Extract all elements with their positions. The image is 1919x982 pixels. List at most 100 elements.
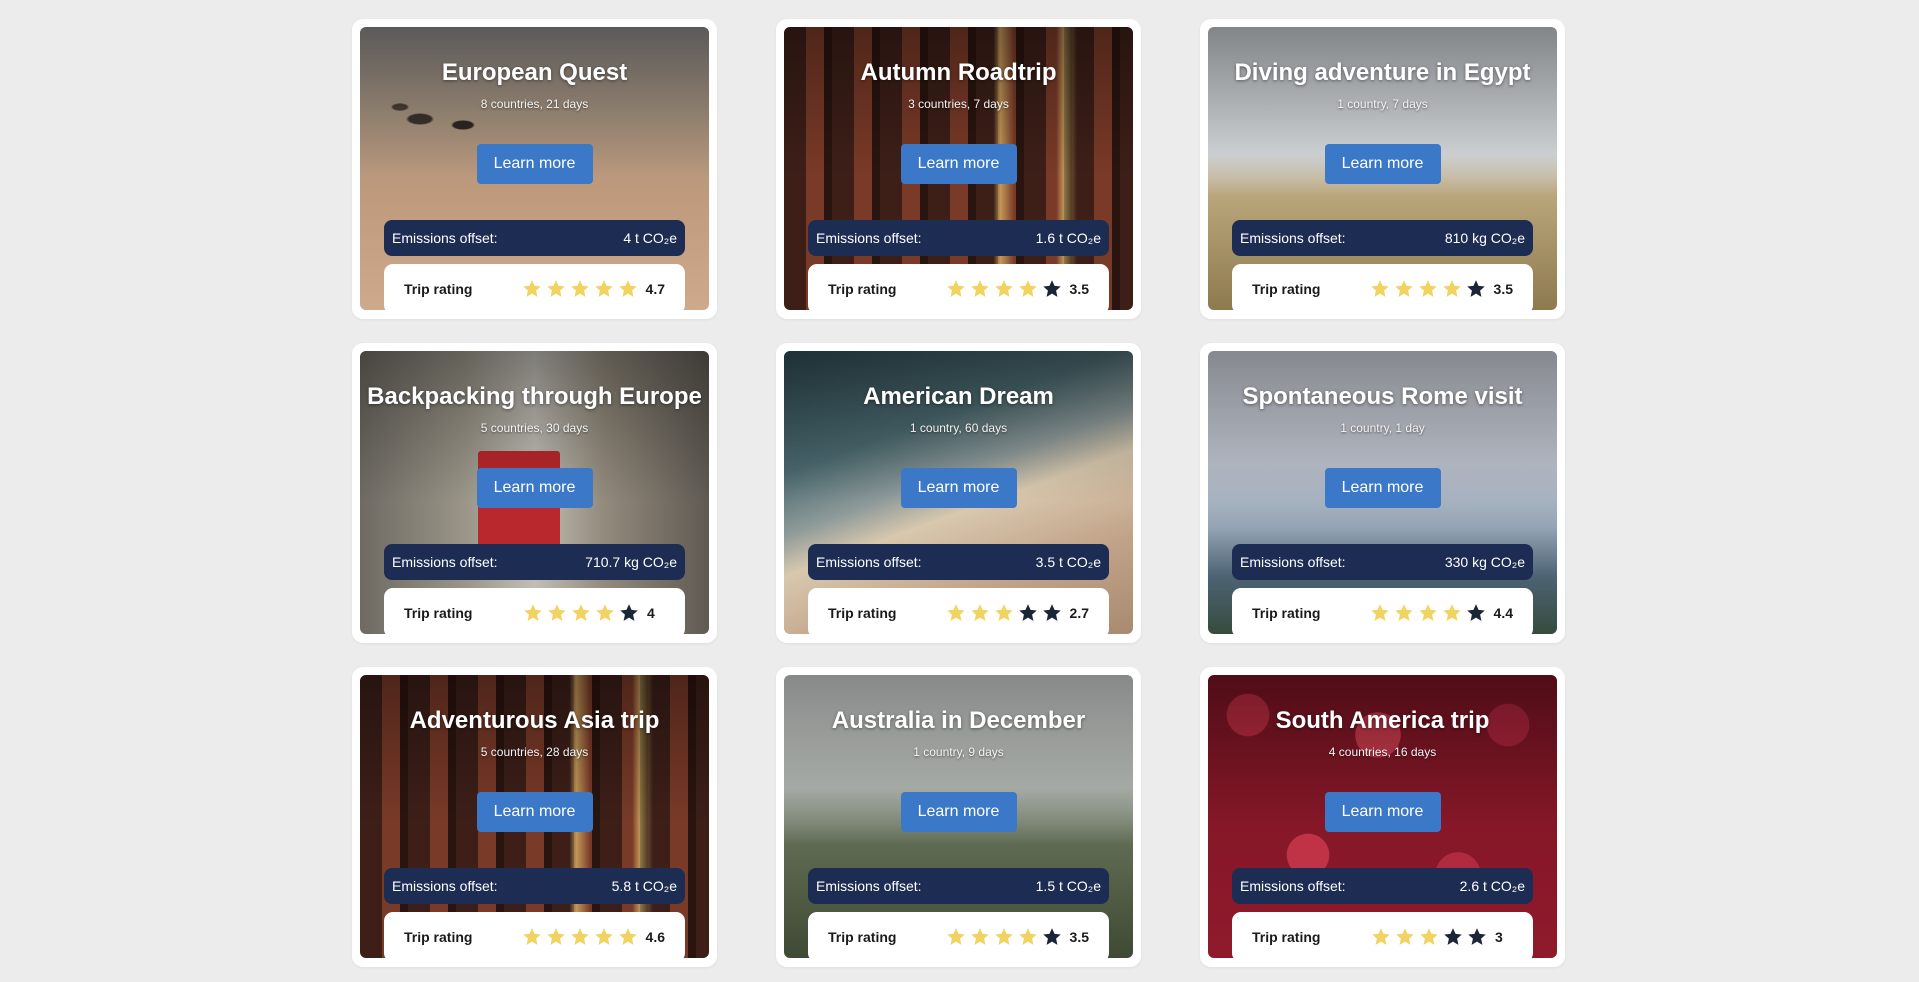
emissions-value: 810 kg CO₂e [1444, 230, 1525, 246]
learn-more-button[interactable]: Learn more [900, 792, 1017, 832]
star-icon [1420, 928, 1438, 945]
star-icon [946, 604, 965, 621]
star-icon [1394, 280, 1413, 297]
trip-rating-value: 4.7 [645, 281, 665, 297]
emissions-label: Emissions offset: [816, 230, 922, 246]
trip-title: Backpacking through Europe [367, 383, 702, 410]
trip-rating-panel: Trip rating 3.5 [808, 264, 1109, 310]
star-icon [1444, 928, 1462, 945]
trip-card: Autumn Roadtrip 3 countries, 7 days Lear… [776, 19, 1141, 319]
learn-more-button[interactable]: Learn more [476, 144, 593, 184]
emissions-value: 3.5 t CO₂e [1035, 554, 1101, 570]
trip-photo: Backpacking through Europe 5 countries, … [360, 351, 709, 634]
star-icon [1468, 928, 1486, 945]
trip-photo: Australia in December 1 country, 9 days … [784, 675, 1133, 958]
star-icon [594, 928, 613, 945]
emissions-value: 5.8 t CO₂e [611, 878, 677, 894]
star-icon [946, 928, 965, 945]
star-icon [1042, 604, 1061, 621]
learn-more-button[interactable]: Learn more [1324, 144, 1441, 184]
learn-more-button[interactable]: Learn more [900, 144, 1017, 184]
star-icon [570, 928, 589, 945]
trip-card: Backpacking through Europe 5 countries, … [352, 343, 717, 643]
trip-subtitle: 1 country, 7 days [1337, 97, 1428, 111]
trip-photo: Autumn Roadtrip 3 countries, 7 days Lear… [784, 27, 1133, 310]
trip-rating-panel: Trip rating 3 [1232, 912, 1533, 958]
trip-title: Autumn Roadtrip [860, 59, 1057, 86]
emissions-offset-bar: Emissions offset: 1.5 t CO₂e [808, 868, 1109, 904]
star-icon [970, 928, 989, 945]
learn-more-button[interactable]: Learn more [1324, 468, 1441, 508]
trip-rating-panel: Trip rating 3.5 [808, 912, 1109, 958]
emissions-value: 4 t CO₂e [623, 230, 677, 246]
trip-rating-label: Trip rating [828, 605, 897, 621]
learn-more-button[interactable]: Learn more [476, 792, 593, 832]
emissions-offset-bar: Emissions offset: 4 t CO₂e [384, 220, 685, 256]
star-icon [1442, 280, 1461, 297]
star-icon [994, 280, 1013, 297]
star-icon [1018, 928, 1037, 945]
emissions-offset-bar: Emissions offset: 710.7 kg CO₂e [384, 544, 685, 580]
star-icon [618, 280, 637, 297]
star-rating [518, 927, 638, 947]
trip-photo: European Quest 8 countries, 21 days Lear… [360, 27, 709, 310]
emissions-label: Emissions offset: [1240, 554, 1346, 570]
trip-photo: Adventurous Asia trip 5 countries, 28 da… [360, 675, 709, 958]
star-icon [994, 604, 1013, 621]
star-icon [1018, 604, 1037, 621]
trip-title: Diving adventure in Egypt [1234, 59, 1531, 86]
trip-rating-label: Trip rating [404, 929, 473, 945]
trip-rating-panel: Trip rating 2.7 [808, 588, 1109, 634]
emissions-value: 2.6 t CO₂e [1459, 878, 1525, 894]
star-icon [1418, 604, 1437, 621]
star-icon [1394, 604, 1413, 621]
star-rating [519, 603, 639, 623]
star-icon [546, 928, 565, 945]
trip-card: South America trip 4 countries, 16 days … [1200, 667, 1565, 967]
learn-more-button[interactable]: Learn more [476, 468, 593, 508]
trip-rating-label: Trip rating [828, 929, 897, 945]
star-rating [1366, 603, 1486, 623]
emissions-value: 710.7 kg CO₂e [585, 554, 677, 570]
star-icon [1418, 280, 1437, 297]
star-icon [1370, 604, 1389, 621]
star-icon [620, 604, 638, 621]
star-icon [1442, 604, 1461, 621]
star-rating [942, 603, 1062, 623]
trip-subtitle: 4 countries, 16 days [1328, 745, 1437, 759]
trip-rating-panel: Trip rating 3.5 [1232, 264, 1533, 310]
star-icon [1372, 928, 1390, 945]
emissions-value: 1.6 t CO₂e [1035, 230, 1101, 246]
star-icon [1042, 928, 1061, 945]
trip-rating-value: 4 [647, 605, 655, 621]
trip-rating-label: Trip rating [828, 281, 897, 297]
trip-card: European Quest 8 countries, 21 days Lear… [352, 19, 717, 319]
star-icon [524, 604, 542, 621]
emissions-offset-bar: Emissions offset: 2.6 t CO₂e [1232, 868, 1533, 904]
trip-rating-value: 3.5 [1069, 281, 1089, 297]
trip-card-grid: European Quest 8 countries, 21 days Lear… [352, 19, 1565, 967]
trip-card: Spontaneous Rome visit 1 country, 1 day … [1200, 343, 1565, 643]
trip-card: American Dream 1 country, 60 days Learn … [776, 343, 1141, 643]
trip-rating-label: Trip rating [1252, 281, 1321, 297]
star-rating [1367, 927, 1487, 947]
trip-subtitle: 5 countries, 28 days [480, 745, 589, 759]
star-icon [596, 604, 614, 621]
star-icon [1042, 280, 1061, 297]
trip-subtitle: 8 countries, 21 days [480, 97, 589, 111]
star-rating [1366, 279, 1486, 299]
trip-title: Australia in December [831, 707, 1086, 734]
emissions-label: Emissions offset: [1240, 878, 1346, 894]
trip-rating-label: Trip rating [1252, 929, 1321, 945]
trip-rating-value: 3 [1495, 929, 1503, 945]
trip-card: Diving adventure in Egypt 1 country, 7 d… [1200, 19, 1565, 319]
emissions-offset-bar: Emissions offset: 330 kg CO₂e [1232, 544, 1533, 580]
emissions-offset-bar: Emissions offset: 5.8 t CO₂e [384, 868, 685, 904]
learn-more-button[interactable]: Learn more [1324, 792, 1441, 832]
learn-more-button[interactable]: Learn more [900, 468, 1017, 508]
trip-title: South America trip [1275, 707, 1490, 734]
trip-photo: Spontaneous Rome visit 1 country, 1 day … [1208, 351, 1557, 634]
trip-rating-label: Trip rating [404, 605, 473, 621]
star-icon [522, 928, 541, 945]
emissions-label: Emissions offset: [816, 878, 922, 894]
